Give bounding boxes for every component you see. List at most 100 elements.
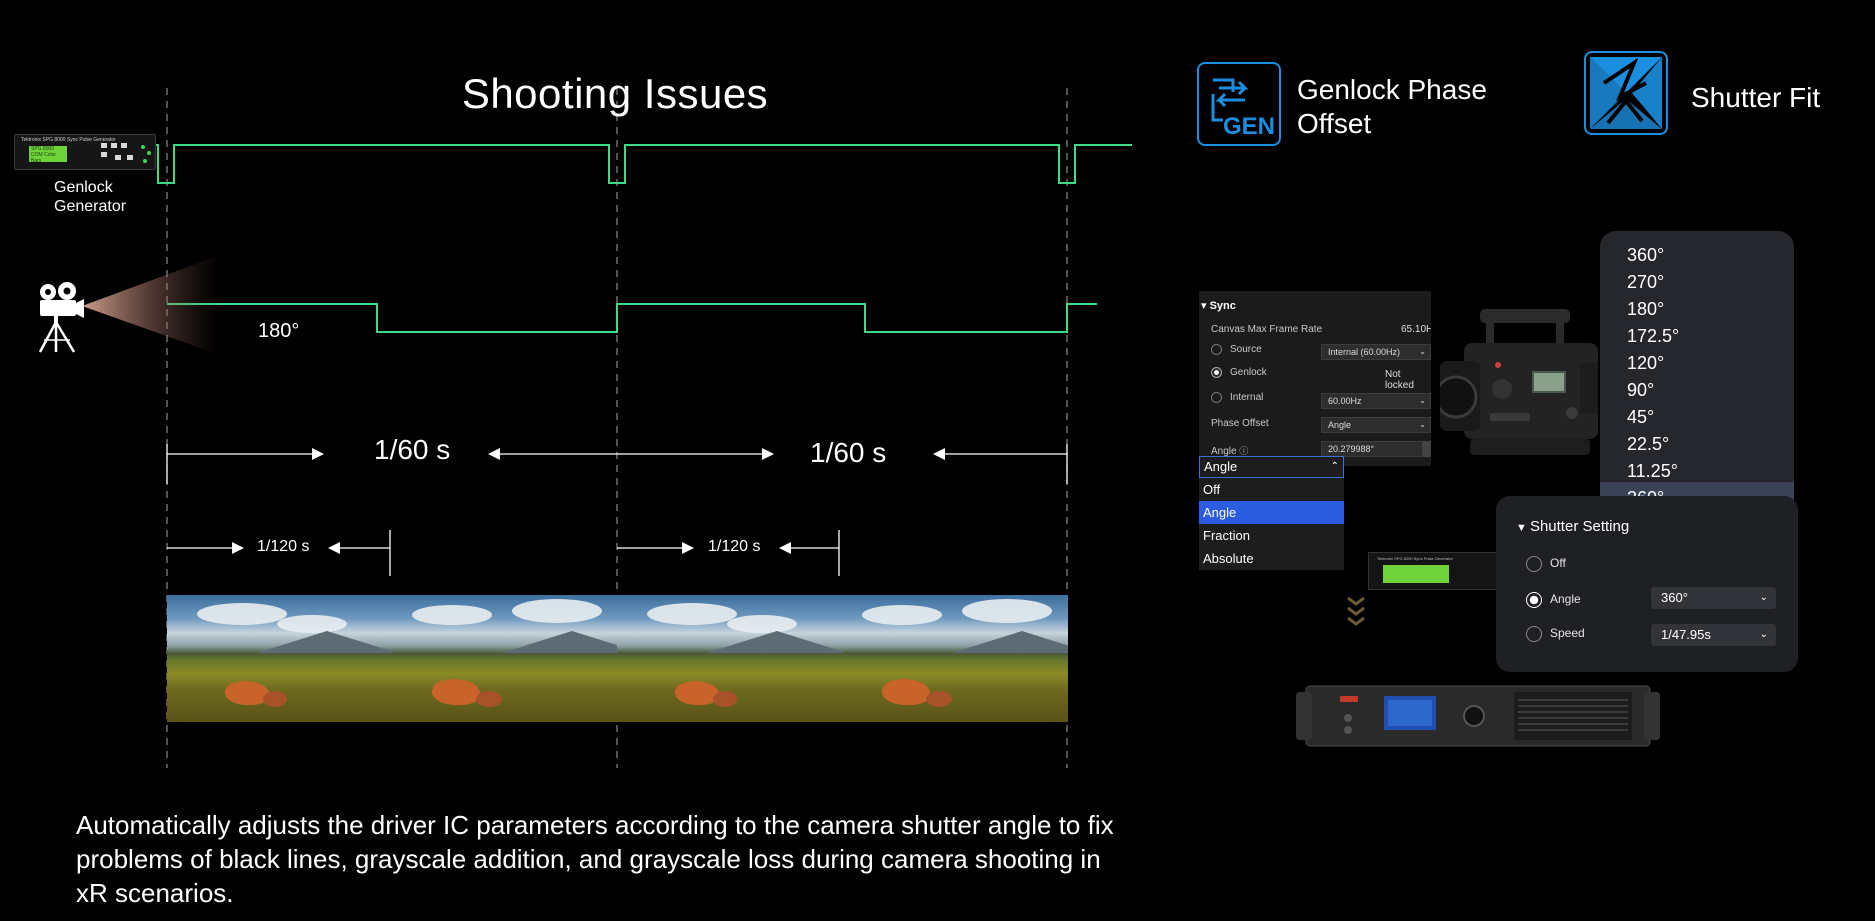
info-icon: ⓘ	[1239, 446, 1249, 456]
device-screen: SPG 8000 COM Color Bars	[29, 146, 67, 164]
device-led	[147, 151, 151, 155]
angle-select-value: 360°	[1661, 590, 1688, 605]
shutter-setting-title: Shutter Setting	[1529, 518, 1630, 535]
genlock-signal	[150, 144, 1132, 184]
internal-rate-value: 60.00Hz	[1328, 396, 1362, 406]
chevron-down-icon: ⌄	[1419, 420, 1426, 429]
genlock-option[interactable]: Genlock	[1211, 367, 1267, 378]
chevron-marks-icon	[1347, 596, 1365, 626]
small-genlock-device: Tektronix SPG 8000 Sync Pulse Generator	[1368, 552, 1498, 590]
sync-settings-panel: ▾ Sync Canvas Max Frame Rate 65.10H Sour…	[1199, 291, 1431, 466]
camera-light-cone	[82, 255, 220, 355]
angle-option[interactable]: 22.5°	[1627, 434, 1669, 455]
chevron-up-icon: ⌃	[1330, 461, 1339, 472]
genlock-label: Genlock	[1230, 367, 1267, 379]
source-option[interactable]: Source	[1211, 344, 1262, 355]
genlock-generator-label: Genlock Generator	[54, 178, 126, 216]
angle-option[interactable]: 11.25°	[1627, 461, 1678, 482]
small-device-brand: Tektronix SPG 8000 Sync Pulse Generator	[1377, 556, 1453, 561]
shutter-signal	[167, 303, 1097, 333]
internal-label: Internal	[1230, 392, 1264, 404]
device-led	[143, 159, 147, 163]
device-screen-line-2: COM Color Bars	[31, 152, 57, 164]
source-select-value: Internal (60.00Hz)	[1328, 347, 1401, 357]
genlock-phase-offset-label: Genlock Phase Offset	[1297, 73, 1527, 141]
shutter-option-off[interactable]: Off	[1526, 556, 1566, 572]
dropdown-current[interactable]: Angle ⌃	[1199, 456, 1344, 478]
off-radio[interactable]	[1526, 556, 1542, 572]
dropdown-current-value: Angle	[1204, 459, 1238, 474]
angle-option[interactable]: 45°	[1627, 407, 1654, 428]
off-label: Off	[1550, 556, 1566, 571]
collapse-triangle-icon: ▾	[1201, 300, 1210, 312]
small-device-screen	[1383, 565, 1449, 583]
feature-label-line-1: Genlock Phase	[1297, 74, 1487, 105]
source-select[interactable]: Internal (60.00Hz) ⌄	[1321, 344, 1431, 360]
frame-image	[842, 595, 1068, 722]
angle-option-label: Angle	[1550, 592, 1581, 607]
internal-radio[interactable]	[1211, 392, 1222, 403]
shutter-option-speed[interactable]: Speed	[1526, 626, 1585, 642]
speed-radio[interactable]	[1526, 626, 1542, 642]
device-button	[101, 152, 107, 157]
device-button	[127, 155, 133, 160]
angle-spinner[interactable]	[1423, 441, 1431, 457]
chevron-down-icon: ⌄	[1759, 629, 1768, 640]
genlock-status: Not locked	[1385, 369, 1414, 391]
internal-rate-select[interactable]: 60.00Hz ⌄	[1321, 393, 1431, 409]
internal-option[interactable]: Internal	[1211, 392, 1263, 403]
angle-input-value: 20.279988°	[1328, 444, 1375, 454]
period-label-right: 1/60 s	[810, 437, 887, 468]
phase-offset-select[interactable]: Angle ⌄	[1321, 417, 1431, 433]
angle-option[interactable]: 172.5°	[1627, 326, 1679, 347]
sync-header-label: Sync	[1209, 300, 1236, 312]
source-radio[interactable]	[1211, 344, 1222, 355]
shooting-issues-diagram: Shooting Issues Tektronix SPG 8000 Sync …	[0, 0, 1160, 780]
phase-offset-dropdown[interactable]: Angle ⌃ Off Angle Fraction Absolute	[1199, 456, 1344, 570]
speed-label: Speed	[1550, 626, 1585, 641]
genlock-radio[interactable]	[1211, 367, 1222, 378]
cinema-camera-image	[1440, 309, 1598, 455]
speed-select[interactable]: 1/47.95s ⌄	[1651, 624, 1776, 646]
frame-image	[167, 595, 393, 722]
genlock-gen-icon: GEN	[1197, 62, 1281, 146]
feature-description: Automatically adjusts the driver IC para…	[76, 810, 1114, 908]
shutter-fit-label: Shutter Fit	[1691, 82, 1821, 113]
dropdown-option-absolute[interactable]: Absolute	[1199, 547, 1344, 570]
dropdown-option-off[interactable]: Off	[1199, 478, 1344, 501]
device-button	[121, 143, 127, 148]
angle-option[interactable]: 120°	[1627, 353, 1664, 374]
chevron-down-icon: ⌄	[1759, 592, 1768, 603]
angle-select[interactable]: 360° ⌄	[1651, 587, 1776, 609]
period-label-left: 1/60 s	[374, 434, 451, 465]
angle-option[interactable]: 270°	[1627, 272, 1664, 293]
angle-option[interactable]: 360°	[1627, 245, 1664, 266]
device-led	[141, 145, 145, 149]
shutter-setting-header[interactable]: ▼ Shutter Setting	[1516, 518, 1629, 535]
phase-offset-label: Phase Offset	[1211, 418, 1269, 429]
camera-tripod-icon	[38, 282, 84, 353]
dropdown-option-angle[interactable]: Angle	[1199, 501, 1344, 524]
frame-image	[392, 595, 618, 722]
genlock-label-line-2: Generator	[54, 198, 127, 215]
angle-radio[interactable]	[1526, 592, 1542, 608]
genlock-label-line-1: Genlock	[54, 179, 113, 196]
half-period-label-left: 1/120 s	[257, 538, 310, 555]
chevron-down-icon: ⌄	[1419, 396, 1426, 405]
phase-offset-value: Angle	[1328, 420, 1352, 430]
genlock-arrows-icon: GEN	[1211, 78, 1275, 140]
angle-option[interactable]: 90°	[1627, 380, 1654, 401]
led-processor-device	[1296, 685, 1660, 747]
angle-value-input[interactable]: 20.279988°	[1321, 441, 1423, 457]
device-button	[101, 143, 107, 148]
sync-section-header[interactable]: ▾ Sync	[1201, 299, 1236, 312]
canvas-max-frame-rate-value: 65.10H	[1401, 324, 1431, 335]
angle-option[interactable]: 180°	[1627, 299, 1664, 320]
feature-label-line-2: Offset	[1297, 108, 1372, 139]
shutter-angle-list[interactable]: 360° 270° 180° 172.5° 120° 90° 45° 22.5°…	[1600, 231, 1794, 514]
diagram-title: Shooting Issues	[461, 70, 769, 117]
shutter-option-angle[interactable]: Angle	[1526, 592, 1581, 608]
collapse-triangle-icon: ▼	[1516, 522, 1530, 534]
speed-select-value: 1/47.95s	[1661, 627, 1711, 642]
dropdown-option-fraction[interactable]: Fraction	[1199, 524, 1344, 547]
